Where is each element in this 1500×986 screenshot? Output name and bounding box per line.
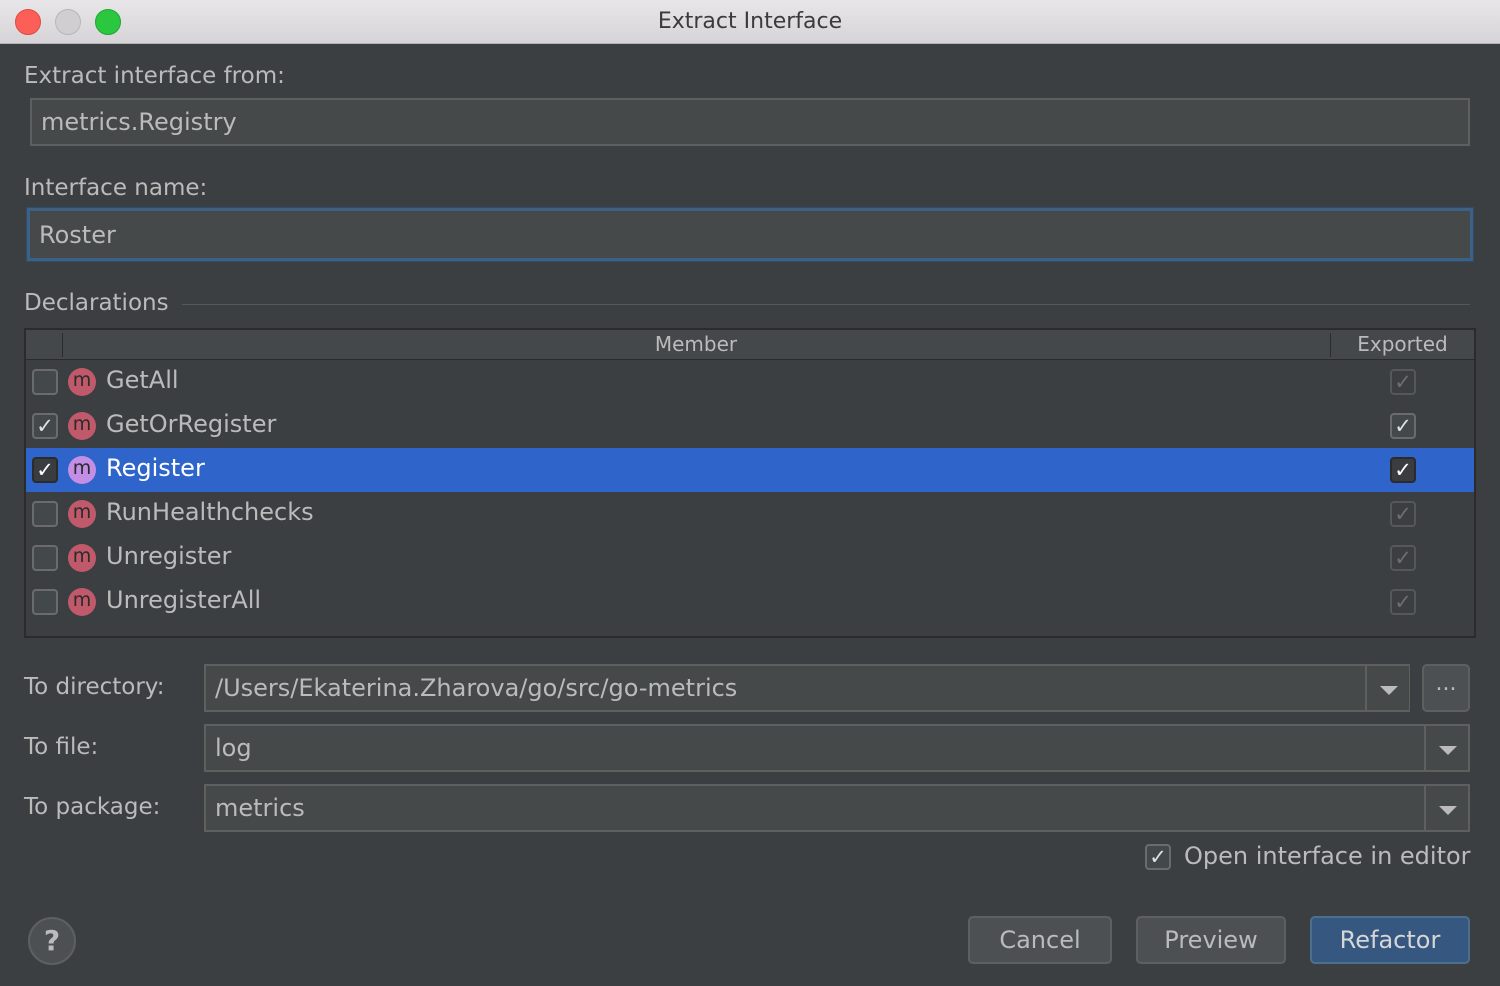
table-header: Member Exported	[26, 330, 1474, 360]
table-row[interactable]: m GetAll ✓	[26, 360, 1474, 404]
table-row[interactable]: m UnregisterAll ✓	[26, 580, 1474, 624]
member-exported-checkbox: ✓	[1390, 545, 1416, 571]
method-icon: m	[68, 368, 96, 396]
cancel-button[interactable]: Cancel	[968, 916, 1112, 964]
member-name: Register	[106, 454, 205, 482]
member-exported-checkbox[interactable]: ✓	[1390, 457, 1416, 483]
window-title: Extract Interface	[657, 9, 843, 34]
to-package-combobox[interactable]: metrics	[204, 784, 1470, 832]
to-directory-label: To directory:	[24, 674, 165, 700]
member-include-checkbox[interactable]: ✓	[32, 413, 58, 439]
to-directory-dropdown-button[interactable]	[1365, 666, 1409, 710]
to-package-dropdown-button[interactable]	[1424, 786, 1468, 830]
table-row[interactable]: m RunHealthchecks ✓	[26, 492, 1474, 536]
column-header-member[interactable]: Member	[63, 332, 1329, 356]
method-icon: m	[68, 412, 96, 440]
to-file-value: log	[215, 734, 252, 762]
to-directory-combobox[interactable]: /Users/Ekaterina.Zharova/go/src/go-metri…	[204, 664, 1410, 712]
help-button[interactable]: ?	[28, 917, 76, 965]
member-name: GetAll	[106, 366, 179, 394]
extract-from-label: Extract interface from:	[24, 63, 285, 89]
method-icon: m	[68, 500, 96, 528]
table-row[interactable]: ✓ m GetOrRegister ✓	[26, 404, 1474, 448]
column-header-exported[interactable]: Exported	[1331, 332, 1474, 356]
declarations-separator	[182, 304, 1470, 305]
to-file-label: To file:	[24, 734, 99, 760]
method-icon: m	[68, 544, 96, 572]
extract-from-value: metrics.Registry	[41, 108, 237, 136]
chevron-down-icon	[1439, 746, 1457, 755]
member-include-checkbox[interactable]	[32, 369, 58, 395]
method-icon: m	[68, 588, 96, 616]
window-titlebar: Extract Interface	[0, 0, 1500, 44]
table-row[interactable]: m Unregister ✓	[26, 536, 1474, 580]
refactor-button[interactable]: Refactor	[1310, 916, 1470, 964]
member-name: GetOrRegister	[106, 410, 277, 438]
chevron-down-icon	[1380, 686, 1398, 695]
browse-directory-button[interactable]: ...	[1422, 664, 1470, 712]
declarations-table[interactable]: Member Exported m GetAll ✓ ✓ m GetOrRegister ✓…	[24, 328, 1476, 638]
member-exported-checkbox: ✓	[1390, 589, 1416, 615]
member-name: Unregister	[106, 542, 232, 570]
extract-from-field[interactable]: metrics.Registry	[30, 98, 1470, 146]
member-exported-checkbox: ✓	[1390, 369, 1416, 395]
member-name: RunHealthchecks	[106, 498, 314, 526]
declarations-title: Declarations	[24, 290, 169, 316]
member-exported-checkbox[interactable]: ✓	[1390, 413, 1416, 439]
member-include-checkbox[interactable]	[32, 589, 58, 615]
to-file-combobox[interactable]: log	[204, 724, 1470, 772]
to-package-value: metrics	[215, 794, 305, 822]
open-in-editor-label[interactable]: Open interface in editor	[1184, 842, 1471, 870]
interface-name-input[interactable]: Roster	[27, 208, 1473, 261]
member-exported-checkbox: ✓	[1390, 501, 1416, 527]
chevron-down-icon	[1439, 806, 1457, 815]
open-in-editor-checkbox[interactable]: ✓	[1145, 844, 1171, 870]
member-include-checkbox[interactable]	[32, 501, 58, 527]
table-row[interactable]: ✓ m Register ✓	[26, 448, 1474, 492]
interface-name-label: Interface name:	[24, 175, 208, 201]
to-file-dropdown-button[interactable]	[1424, 726, 1468, 770]
to-package-label: To package:	[24, 794, 161, 820]
member-name: UnregisterAll	[106, 586, 262, 614]
method-icon: m	[68, 456, 96, 484]
member-include-checkbox[interactable]: ✓	[32, 457, 58, 483]
member-include-checkbox[interactable]	[32, 545, 58, 571]
preview-button[interactable]: Preview	[1136, 916, 1286, 964]
interface-name-value: Roster	[39, 220, 116, 249]
to-directory-value: /Users/Ekaterina.Zharova/go/src/go-metri…	[215, 674, 738, 702]
